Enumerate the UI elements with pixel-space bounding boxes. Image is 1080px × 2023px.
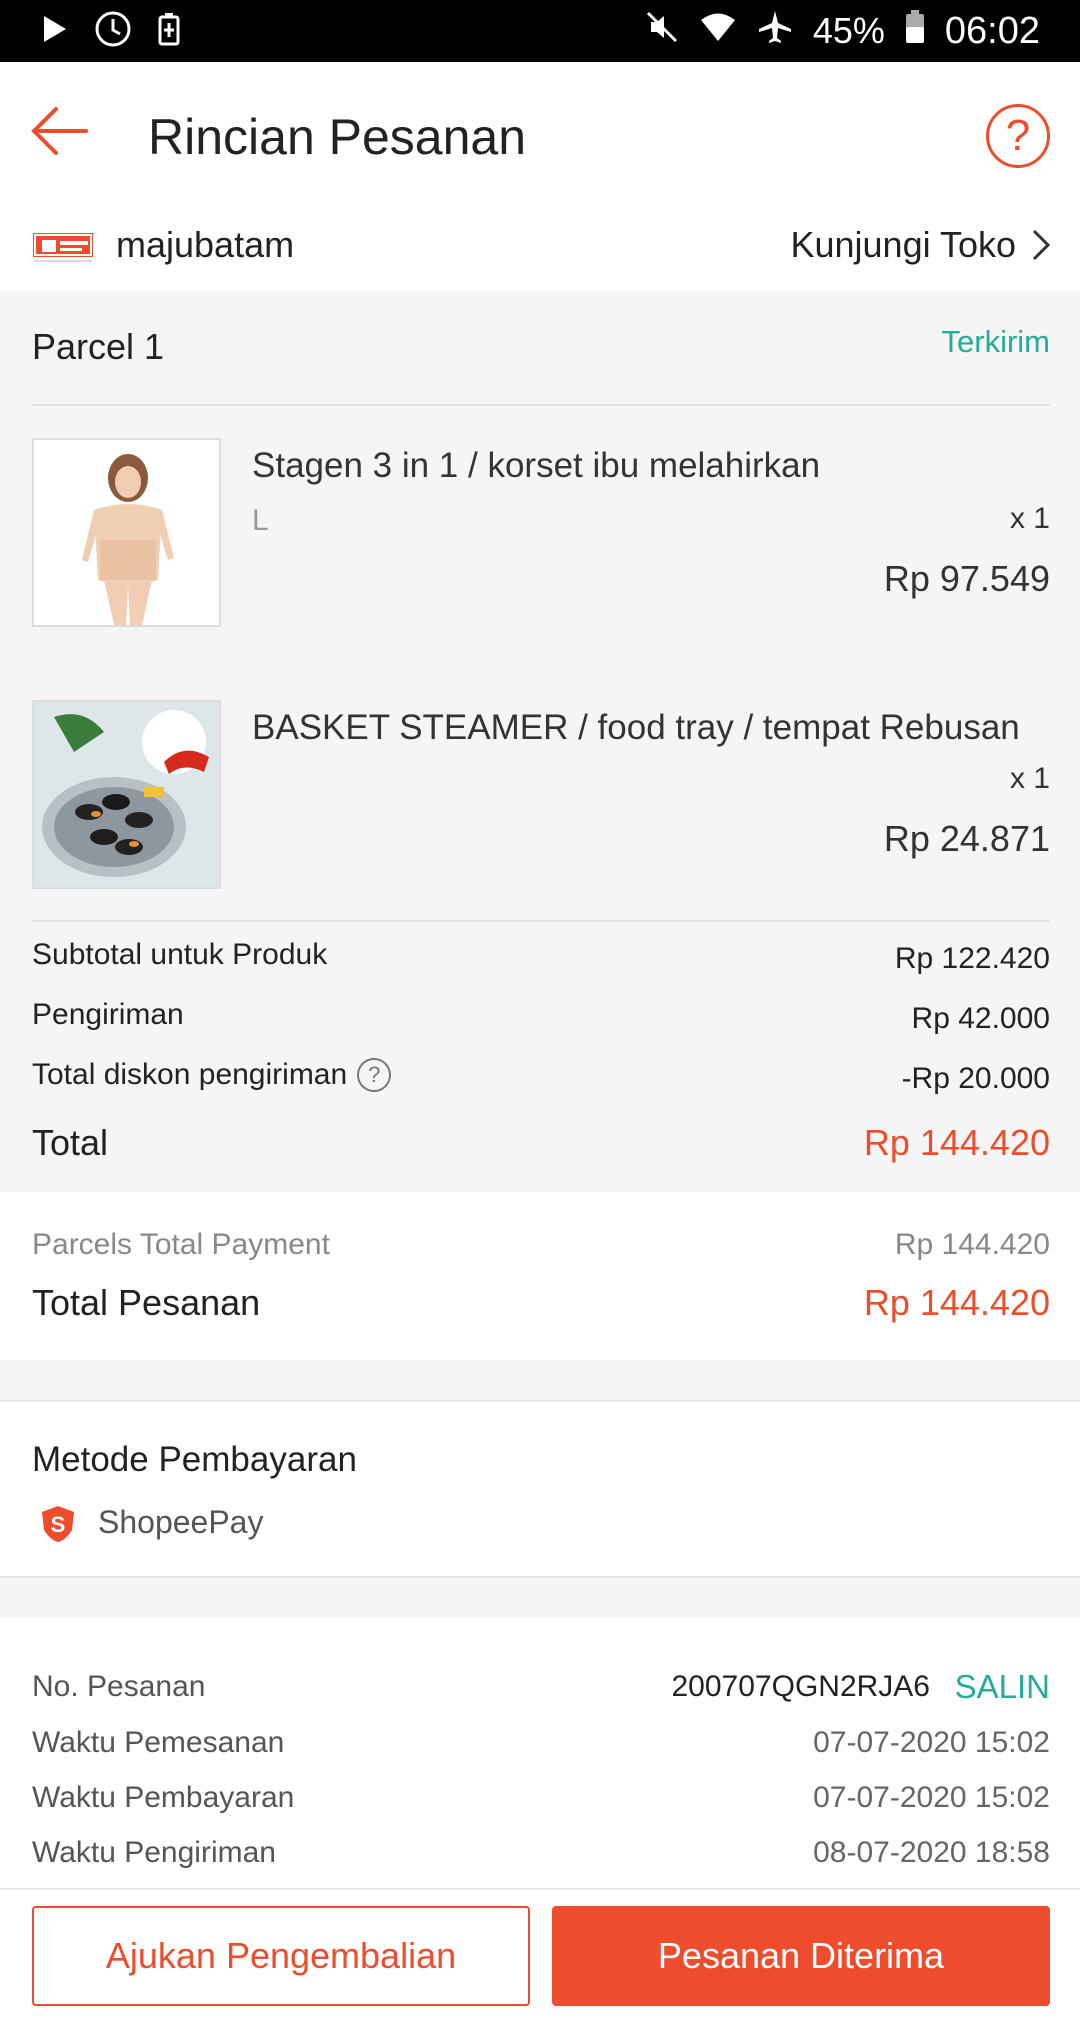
order-total-value: Rp 144.420 (863, 1282, 1050, 1323)
wifi-icon (699, 10, 737, 52)
bottom-action-bar: Ajukan Pengembalian Pesanan Diterima (0, 1888, 1080, 2023)
chevron-right-icon (1032, 229, 1051, 261)
parcels-total-value: Rp 144.420 (894, 1228, 1050, 1261)
shopeepay-icon: S (38, 1504, 78, 1544)
ship-time-label: Waktu Pengiriman (32, 1836, 276, 1869)
order-time-value: 07-07-2020 15:02 (813, 1726, 1050, 1759)
order-time-row: Waktu Pemesanan 07-07-2020 15:02 (32, 1726, 1050, 1771)
subtotal-label: Subtotal untuk Produk (32, 938, 328, 971)
product-thumbnail (32, 438, 221, 627)
divider (32, 920, 1050, 922)
product-name: BASKET STEAMER / food tray / tempat Rebu… (252, 708, 1020, 747)
parcel-section: Parcel 1 Terkirim Stagen 3 in 1 / korset… (0, 292, 1080, 1192)
parcel-status: Terkirim (941, 324, 1051, 359)
question-icon: ? (1005, 111, 1031, 160)
airplane-icon (757, 9, 793, 54)
arrow-left-icon (31, 107, 88, 155)
product-price: Rp 97.549 (883, 558, 1050, 599)
product-item[interactable]: Stagen 3 in 1 / korset ibu melahirkan L … (0, 438, 1080, 628)
shop-row: majubatam Kunjungi Toko (0, 210, 1080, 290)
shop-name: majubatam (116, 224, 295, 265)
battery-saver-icon (158, 12, 180, 51)
order-total-label: Total Pesanan (32, 1282, 261, 1323)
clock-icon (94, 10, 132, 53)
subtotal-row: Subtotal untuk Produk Rp 122.420 (32, 938, 1050, 988)
payment-time-row: Waktu Pembayaran 07-07-2020 15:02 (32, 1781, 1050, 1826)
order-info-section: No. Pesanan 200707QGN2RJA6 SALIN Waktu P… (0, 1618, 1080, 1888)
parcel-title: Parcel 1 (32, 326, 165, 367)
visit-shop-button[interactable]: Kunjungi Toko (790, 224, 1052, 266)
product-variant: L (252, 504, 269, 537)
status-bar: 45% 06:02 (0, 0, 1080, 62)
subtotal-value: Rp 122.420 (894, 942, 1050, 975)
total-value: Rp 144.420 (863, 1122, 1050, 1163)
order-time-label: Waktu Pemesanan (32, 1726, 285, 1759)
product-name: Stagen 3 in 1 / korset ibu melahirkan (252, 446, 821, 485)
mute-icon (645, 10, 679, 53)
payment-method-title: Metode Pembayaran (32, 1440, 357, 1479)
svg-text:S: S (51, 1512, 66, 1537)
copy-button[interactable]: SALIN (955, 1668, 1050, 1706)
shipping-discount-row: Total diskon pengiriman ? -Rp 20.000 (32, 1058, 1050, 1108)
payment-method-name: ShopeePay (98, 1504, 264, 1540)
ship-time-row: Waktu Pengiriman 08-07-2020 18:58 (32, 1836, 1050, 1881)
product-qty: x 1 (1009, 502, 1050, 535)
page-title: Rincian Pesanan (148, 109, 527, 165)
product-thumbnail (32, 700, 221, 889)
divider (32, 404, 1050, 406)
shipping-discount-label: Total diskon pengiriman (32, 1058, 348, 1091)
payment-method-section: Metode Pembayaran S ShopeePay (0, 1400, 1080, 1578)
battery-icon (905, 9, 925, 53)
order-number-label: No. Pesanan (32, 1670, 206, 1703)
ship-time-value: 08-07-2020 18:58 (813, 1836, 1050, 1869)
total-label: Total (32, 1122, 109, 1163)
visit-shop-label: Kunjungi Toko (790, 224, 1016, 265)
shipping-discount-value: -Rp 20.000 (901, 1062, 1050, 1095)
back-button[interactable] (30, 104, 100, 164)
parcels-total-label: Parcels Total Payment (32, 1228, 330, 1261)
payment-time-value: 07-07-2020 15:02 (813, 1781, 1050, 1814)
order-number-row: No. Pesanan 200707QGN2RJA6 SALIN (32, 1668, 1050, 1715)
shipping-row: Pengiriman Rp 42.000 (32, 998, 1050, 1048)
clock-time: 06:02 (944, 9, 1040, 52)
play-icon (42, 14, 68, 49)
help-button[interactable]: ? (986, 104, 1050, 168)
product-item[interactable]: BASKET STEAMER / food tray / tempat Rebu… (0, 700, 1080, 890)
payment-totals: Parcels Total Payment Rp 144.420 Total P… (0, 1192, 1080, 1360)
battery-percent: 45% (812, 10, 885, 51)
product-price: Rp 24.871 (883, 818, 1050, 859)
info-question-icon[interactable]: ? (357, 1058, 392, 1092)
request-return-button[interactable]: Ajukan Pengembalian (32, 1906, 530, 2006)
shipping-label: Pengiriman (32, 998, 184, 1031)
app-header: Rincian Pesanan ? (0, 62, 1080, 210)
payment-time-label: Waktu Pembayaran (32, 1781, 295, 1814)
order-number-value: 200707QGN2RJA6 (671, 1670, 931, 1703)
product-qty: x 1 (1009, 762, 1050, 795)
shipping-value: Rp 42.000 (911, 1002, 1050, 1035)
shop-logo (33, 233, 93, 257)
order-received-button[interactable]: Pesanan Diterima (552, 1906, 1050, 2006)
